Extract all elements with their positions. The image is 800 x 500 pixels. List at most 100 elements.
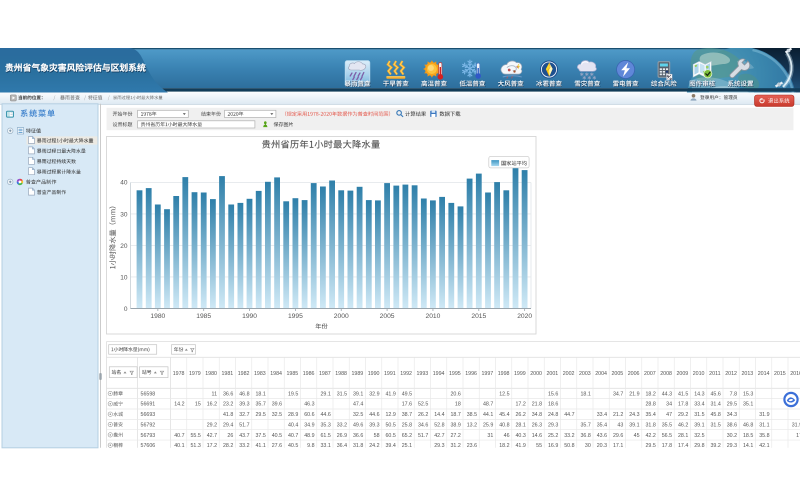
svg-text:1988: 1988 xyxy=(335,371,347,377)
svg-text:56691: 56691 xyxy=(141,402,156,408)
svg-text:2015: 2015 xyxy=(471,313,486,320)
svg-text:45.4: 45.4 xyxy=(499,412,509,418)
svg-text:18.2: 18.2 xyxy=(499,443,509,449)
svg-text:14.1: 14.1 xyxy=(743,443,753,449)
svg-text:52.5: 52.5 xyxy=(418,402,428,408)
svg-text:42.7: 42.7 xyxy=(434,433,444,439)
svg-text:18.6: 18.6 xyxy=(548,402,558,408)
svg-text:56693: 56693 xyxy=(141,412,156,418)
svg-text:17.6: 17.6 xyxy=(402,402,412,408)
svg-text:15: 15 xyxy=(195,402,201,408)
svg-text:31.5: 31.5 xyxy=(694,412,704,418)
svg-text:32.5: 32.5 xyxy=(694,433,704,439)
svg-text:30: 30 xyxy=(585,443,591,449)
svg-text:31.9: 31.9 xyxy=(759,412,769,418)
svg-text:39.1: 39.1 xyxy=(353,391,363,397)
svg-text:42.7: 42.7 xyxy=(207,433,217,439)
svg-text:29.2: 29.2 xyxy=(678,412,688,418)
svg-text:42.2: 42.2 xyxy=(645,433,655,439)
svg-text:1995: 1995 xyxy=(288,313,303,320)
svg-text:1981: 1981 xyxy=(221,371,233,377)
svg-text:46.8: 46.8 xyxy=(743,422,753,428)
svg-text:35.4: 35.4 xyxy=(645,412,655,418)
svg-text:39.3: 39.3 xyxy=(369,422,379,428)
svg-text:39.1: 39.1 xyxy=(629,422,639,428)
svg-text:1990: 1990 xyxy=(242,313,257,320)
svg-text:42.1: 42.1 xyxy=(759,443,769,449)
svg-text:26.2: 26.2 xyxy=(515,412,525,418)
svg-text:46: 46 xyxy=(504,433,510,439)
svg-text:18.1: 18.1 xyxy=(580,391,590,397)
svg-text:29.3: 29.3 xyxy=(548,422,558,428)
svg-text:24.8: 24.8 xyxy=(548,412,558,418)
svg-text:30: 30 xyxy=(120,211,128,218)
svg-text:29.6: 29.6 xyxy=(613,433,623,439)
svg-text:31.1: 31.1 xyxy=(759,422,769,428)
svg-text:12.5: 12.5 xyxy=(499,391,509,397)
svg-text:29.4: 29.4 xyxy=(223,422,233,428)
svg-text:2016: 2016 xyxy=(790,371,800,377)
svg-text:18.2: 18.2 xyxy=(645,391,655,397)
svg-text:1995: 1995 xyxy=(449,371,461,377)
svg-text:7.8: 7.8 xyxy=(730,391,737,397)
svg-text:2001: 2001 xyxy=(546,371,558,377)
svg-text:1990: 1990 xyxy=(368,371,380,377)
svg-text:55.5: 55.5 xyxy=(190,433,200,439)
svg-text:18.7: 18.7 xyxy=(450,412,460,418)
svg-text:17.4: 17.4 xyxy=(678,443,688,449)
svg-text:60.5: 60.5 xyxy=(385,433,395,439)
svg-text:33.2: 33.2 xyxy=(337,422,347,428)
svg-text:50.8: 50.8 xyxy=(564,443,574,449)
svg-text:1984: 1984 xyxy=(270,371,282,377)
svg-text:2002: 2002 xyxy=(563,371,575,377)
svg-text:34: 34 xyxy=(666,402,672,408)
svg-text:1991: 1991 xyxy=(384,371,396,377)
svg-text:25.2: 25.2 xyxy=(548,433,558,439)
svg-text:1994: 1994 xyxy=(433,371,445,377)
svg-text:2011: 2011 xyxy=(709,371,720,377)
svg-text:37.5: 37.5 xyxy=(255,433,265,439)
svg-text:33.2: 33.2 xyxy=(564,433,574,439)
svg-text:23.6: 23.6 xyxy=(467,443,477,449)
svg-text:46.8: 46.8 xyxy=(239,391,249,397)
svg-text:2020: 2020 xyxy=(517,313,532,320)
svg-text:34.7: 34.7 xyxy=(613,391,623,397)
svg-text:49.5: 49.5 xyxy=(402,391,412,397)
svg-text:56598: 56598 xyxy=(141,391,156,397)
svg-text:26: 26 xyxy=(227,433,233,439)
svg-text:2007: 2007 xyxy=(644,371,656,377)
svg-text:48.9: 48.9 xyxy=(304,433,314,439)
svg-text:17.2: 17.2 xyxy=(207,443,217,449)
svg-text:40: 40 xyxy=(120,180,128,187)
svg-text:1993: 1993 xyxy=(416,371,428,377)
svg-text:1985: 1985 xyxy=(286,371,298,377)
svg-text:2014: 2014 xyxy=(758,371,770,377)
svg-text:2005: 2005 xyxy=(380,313,395,320)
svg-text:29.5: 29.5 xyxy=(727,402,737,408)
svg-text:32.7: 32.7 xyxy=(239,412,249,418)
svg-text:26.2: 26.2 xyxy=(418,412,428,418)
svg-text:1999: 1999 xyxy=(514,371,526,377)
svg-text:1980: 1980 xyxy=(205,371,217,377)
svg-text:17.2: 17.2 xyxy=(515,402,525,408)
svg-text:57606: 57606 xyxy=(141,443,156,449)
svg-text:35.8: 35.8 xyxy=(759,433,769,439)
svg-text:35.4: 35.4 xyxy=(597,422,607,428)
svg-text:56793: 56793 xyxy=(141,433,156,439)
svg-text:43.7: 43.7 xyxy=(239,433,249,439)
svg-text:31.5: 31.5 xyxy=(710,422,720,428)
svg-text:40.4: 40.4 xyxy=(288,422,298,428)
svg-text:2010: 2010 xyxy=(425,313,440,320)
svg-text:47: 47 xyxy=(666,412,672,418)
svg-text:28.9: 28.9 xyxy=(288,412,298,418)
svg-text:33.4: 33.4 xyxy=(597,412,607,418)
svg-text:21.2: 21.2 xyxy=(613,412,623,418)
svg-text:40.5: 40.5 xyxy=(272,433,282,439)
svg-text:43: 43 xyxy=(617,422,623,428)
svg-text:35.3: 35.3 xyxy=(320,422,330,428)
svg-text:40.8: 40.8 xyxy=(499,422,509,428)
svg-text:25.8: 25.8 xyxy=(402,422,412,428)
svg-text:32.5: 32.5 xyxy=(272,412,282,418)
svg-text:30.2: 30.2 xyxy=(727,433,737,439)
svg-text:20.6: 20.6 xyxy=(450,391,460,397)
